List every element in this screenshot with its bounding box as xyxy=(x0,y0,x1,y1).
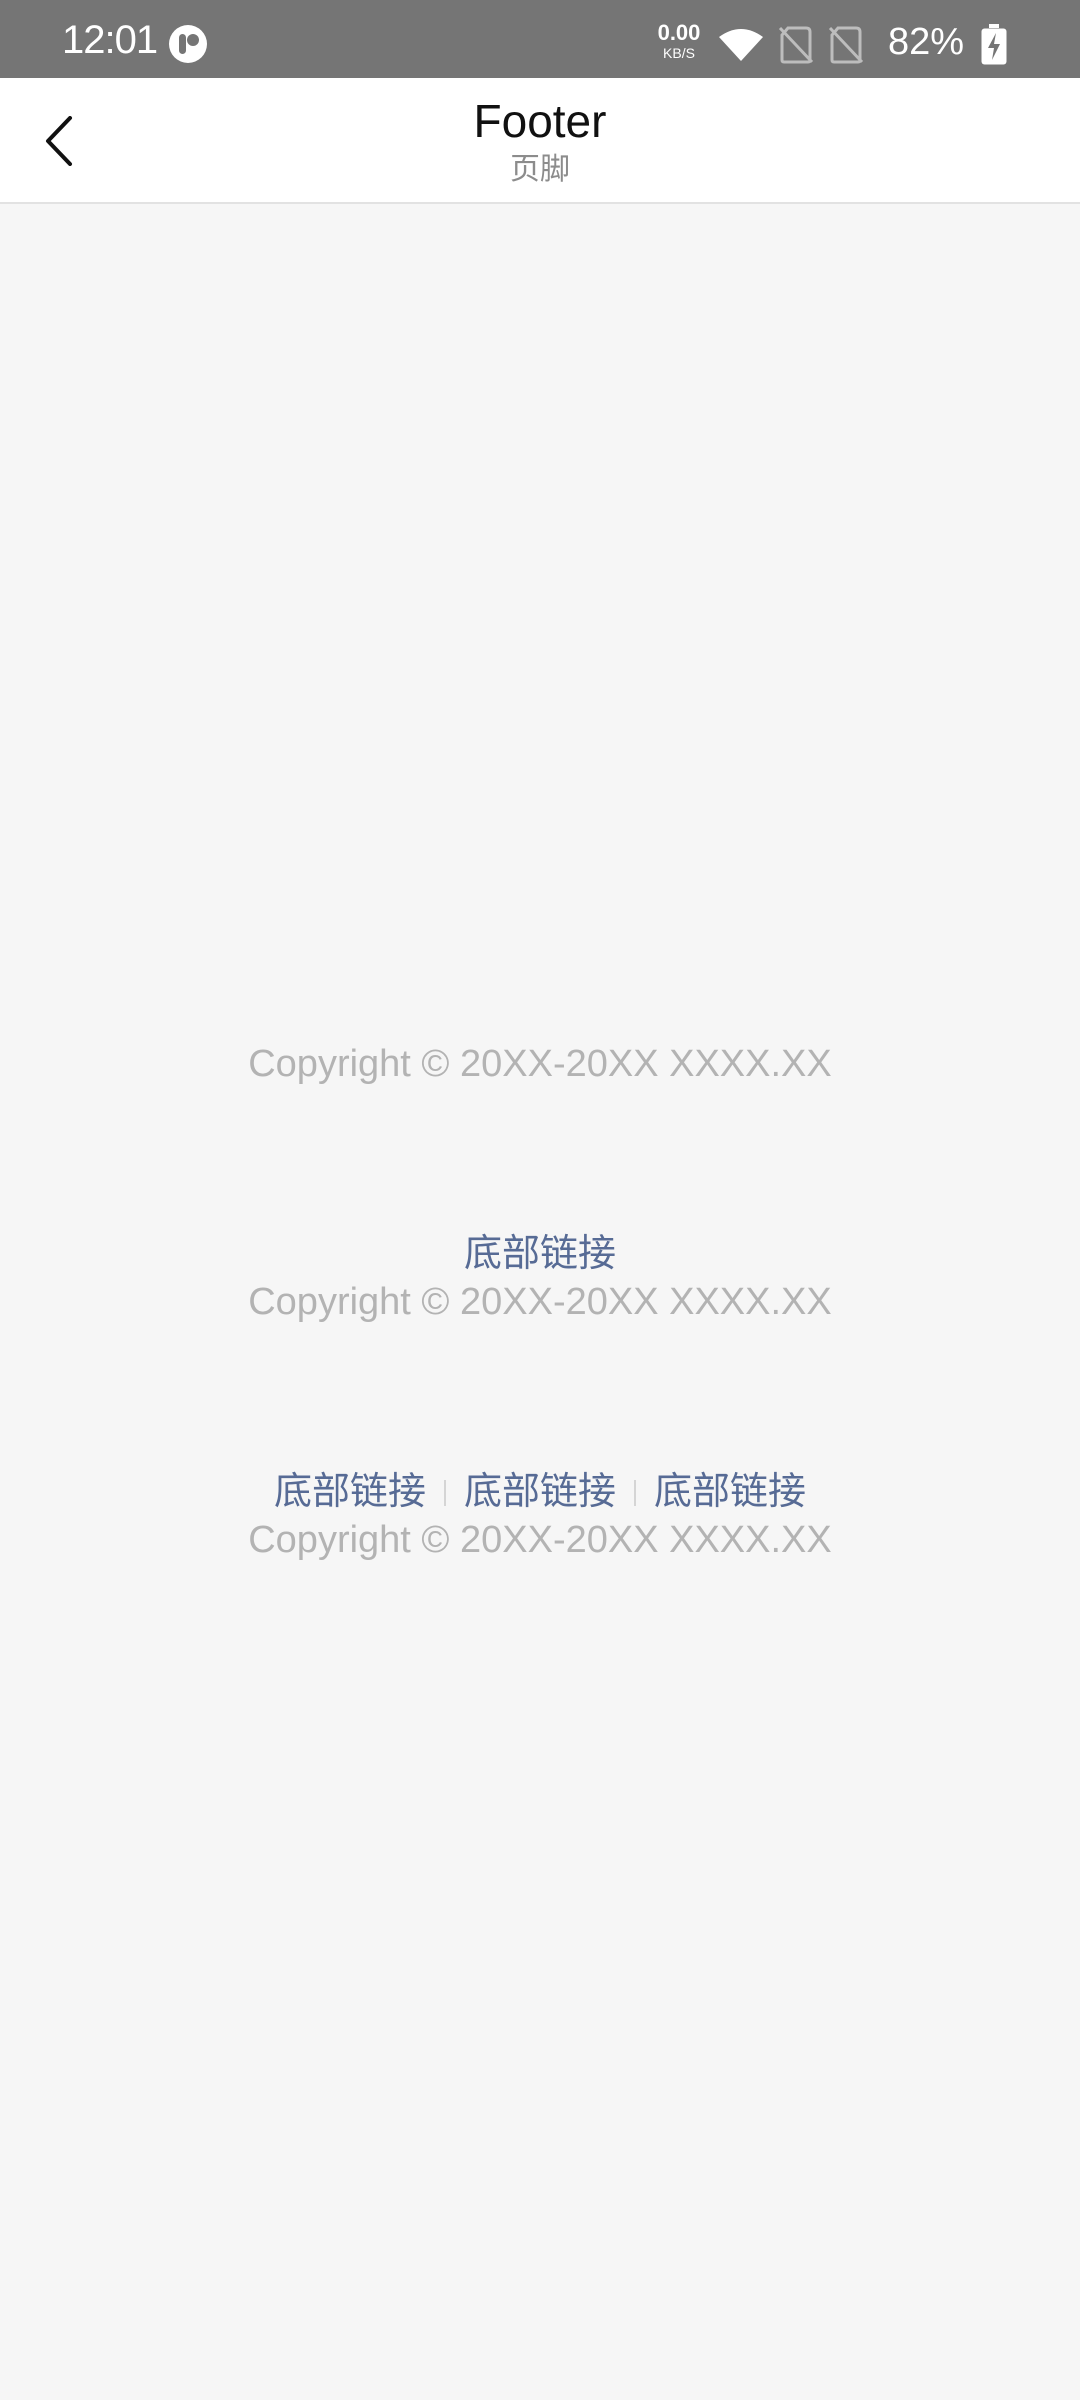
footer-copyright: Copyright © 20XX-20XX XXXX.XX xyxy=(248,1519,832,1561)
no-sim-icon xyxy=(828,26,864,64)
wifi-icon xyxy=(718,28,764,62)
no-sim-icon xyxy=(778,26,814,64)
footer-copyright: Copyright © 20XX-20XX XXXX.XX xyxy=(248,1043,832,1085)
footer-link[interactable]: 底部链接 xyxy=(464,1233,616,1275)
battery-charging-icon xyxy=(980,24,1008,66)
footer-link-1[interactable]: 底部链接 xyxy=(274,1471,426,1513)
footer-links: 底部链接 xyxy=(0,1230,1080,1278)
footer-single-link: 底部链接 Copyright © 20XX-20XX XXXX.XX xyxy=(0,1230,1080,1326)
footer-link-2[interactable]: 底部链接 xyxy=(464,1471,616,1513)
network-speed: 0.00 KB/S xyxy=(652,20,706,61)
network-speed-unit: KB/S xyxy=(663,45,695,61)
link-divider xyxy=(443,1480,446,1506)
footer-copyright: Copyright © 20XX-20XX XXXX.XX xyxy=(248,1281,832,1323)
battery-percent: 82% xyxy=(888,21,965,63)
footer-copyright-only: Copyright © 20XX-20XX XXXX.XX xyxy=(0,1040,1080,1088)
navigation-bar: Footer 页脚 xyxy=(0,78,1080,204)
page-subtitle: 页脚 xyxy=(510,153,570,186)
page-title: Footer xyxy=(473,95,607,147)
status-bar: 12:01 0.00 KB/S 82% xyxy=(0,0,1080,78)
network-speed-value: 0.00 xyxy=(657,20,701,45)
app-notification-icon xyxy=(168,24,208,64)
link-divider xyxy=(634,1480,636,1506)
status-time: 12:01 xyxy=(62,18,158,62)
footer-links: 底部链接 底部链接 底部链接 xyxy=(0,1468,1080,1516)
footer-multiple-links: 底部链接 底部链接 底部链接 Copyright © 20XX-20XX XXXX.… xyxy=(0,1468,1080,1564)
footer-link-3[interactable]: 底部链接 xyxy=(654,1471,806,1513)
